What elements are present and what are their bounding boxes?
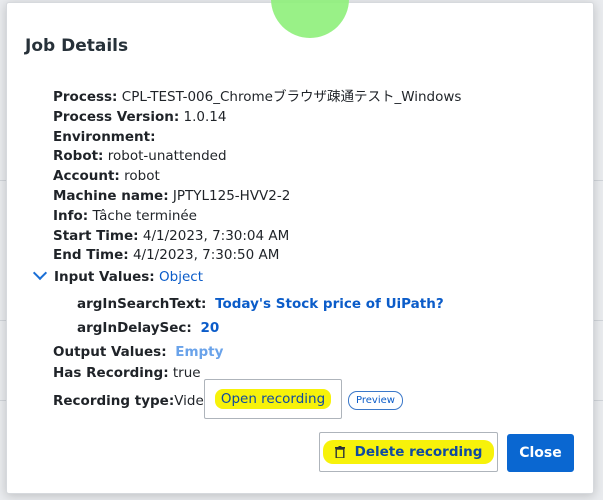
delete-recording-button[interactable]: Delete recording [319, 432, 498, 472]
detail-value: 4/1/2023, 7:30:50 AM [132, 247, 280, 264]
recording-type-row: Recording type:Video [53, 393, 212, 409]
detail-row-end-time: End Time: 4/1/2023, 7:30:50 AM [53, 246, 461, 266]
detail-row-account: Account: robot [53, 167, 461, 187]
detail-row-process-version: Process Version: 1.0.14 [53, 108, 461, 128]
arg-value: 20 [200, 320, 220, 336]
job-details-dialog: Job Details Process: CPL-TEST-006_Chrome… [6, 2, 594, 494]
detail-row-info: Info: Tâche terminée [53, 207, 461, 227]
detail-row-start-time: Start Time: 4/1/2023, 7:30:04 AM [53, 227, 461, 247]
open-recording-button[interactable]: Open recording [204, 379, 342, 419]
chevron-down-icon[interactable] [32, 265, 48, 281]
input-values-toggle[interactable]: Input Values: Object [29, 265, 203, 285]
delete-recording-label: Delete recording [354, 444, 483, 460]
detail-row-robot: Robot: robot-unattended [53, 147, 461, 167]
dialog-title: Job Details [25, 36, 129, 56]
output-values-empty: Empty [175, 344, 224, 360]
recording-type-label: Recording type: [53, 393, 175, 409]
delete-recording-highlight: Delete recording [322, 440, 495, 464]
output-section: Output Values: Empty Has Recording: true [53, 342, 223, 384]
detail-label: Process Version: [53, 108, 180, 125]
detail-value: CPL-TEST-006_Chromeブラウザ疎通テスト_Windows [121, 89, 462, 105]
input-args-list: argInSearchText: Today's Stock price of … [77, 292, 444, 340]
detail-label: Machine name: [53, 187, 169, 204]
detail-label: Info: [53, 207, 89, 224]
preview-badge[interactable]: Preview [348, 391, 403, 410]
input-values-label: Input Values: [54, 269, 155, 285]
arg-row: argInDelaySec: 20 [77, 316, 444, 340]
arg-name: argInSearchText: [77, 296, 207, 312]
detail-value: robot-unattended [107, 148, 227, 165]
detail-label: End Time: [53, 247, 129, 264]
detail-label: Account: [53, 168, 120, 185]
detail-label: Start Time: [53, 227, 139, 244]
detail-value: robot [124, 168, 160, 185]
arg-name: argInDelaySec: [77, 320, 192, 336]
output-values-row: Output Values: Empty [53, 342, 223, 363]
output-values-label: Output Values: [53, 344, 167, 360]
input-values-object-link[interactable]: Object [159, 269, 203, 285]
has-recording-row: Has Recording: true [53, 363, 223, 384]
has-recording-label: Has Recording: [53, 365, 169, 381]
detail-value: Tâche terminée [92, 207, 197, 224]
arg-value: Today's Stock price of UiPath? [215, 296, 444, 312]
detail-value: 1.0.14 [183, 108, 227, 125]
detail-row-process: Process: CPL-TEST-006_Chromeブラウザ疎通テスト_Wi… [53, 88, 461, 108]
close-button[interactable]: Close [507, 434, 574, 472]
open-recording-label: Open recording [214, 389, 332, 409]
detail-row-machine-name: Machine name: JPTYL125-HVV2-2 [53, 187, 461, 207]
detail-label: Process: [53, 89, 118, 105]
detail-value: 4/1/2023, 7:30:04 AM [142, 227, 290, 244]
detail-label: Robot: [53, 148, 104, 165]
job-details-list: Process: CPL-TEST-006_Chromeブラウザ疎通テスト_Wi… [53, 88, 461, 266]
detail-label: Environment: [53, 128, 156, 145]
has-recording-value: true [172, 365, 201, 381]
detail-value: JPTYL125-HVV2-2 [172, 187, 291, 204]
arg-row: argInSearchText: Today's Stock price of … [77, 292, 444, 316]
trash-icon [334, 446, 345, 458]
detail-row-environment: Environment: [53, 128, 461, 148]
